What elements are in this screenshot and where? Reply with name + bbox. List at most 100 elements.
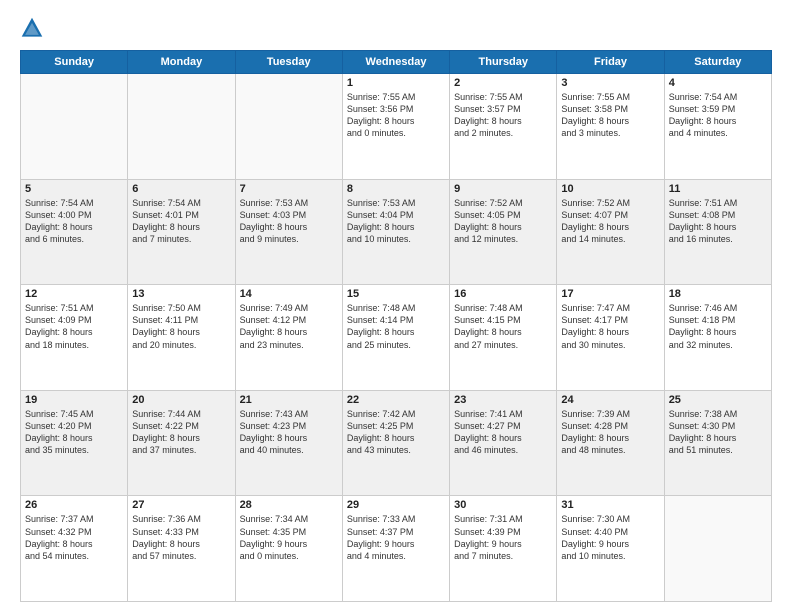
day-number: 9 [454,183,552,195]
calendar-week-row: 26 Sunrise: 7:37 AMSunset: 4:32 PMDayligh… [21,496,772,602]
day-number: 5 [25,183,123,195]
day-number: 13 [132,288,230,300]
calendar-cell [21,74,128,180]
weekday-header-wednesday: Wednesday [342,51,449,74]
calendar-cell: 28 Sunrise: 7:34 AMSunset: 4:35 PMDayligh… [235,496,342,602]
day-number: 27 [132,499,230,511]
calendar-cell: 30 Sunrise: 7:31 AMSunset: 4:39 PMDayligh… [450,496,557,602]
calendar-cell: 5 Sunrise: 7:54 AMSunset: 4:00 PMDaylight… [21,179,128,285]
cell-content: Sunrise: 7:51 AMSunset: 4:09 PMDaylight:… [25,302,123,351]
calendar-cell: 22 Sunrise: 7:42 AMSunset: 4:25 PMDayligh… [342,390,449,496]
logo [20,16,48,40]
calendar-cell: 15 Sunrise: 7:48 AMSunset: 4:14 PMDayligh… [342,285,449,391]
day-number: 31 [561,499,659,511]
day-number: 15 [347,288,445,300]
weekday-header-thursday: Thursday [450,51,557,74]
day-number: 24 [561,394,659,406]
day-number: 28 [240,499,338,511]
day-number: 22 [347,394,445,406]
cell-content: Sunrise: 7:43 AMSunset: 4:23 PMDaylight:… [240,408,338,457]
calendar-week-row: 12Sunrise: 7:51 AMSunset: 4:09 PMDayligh… [21,285,772,391]
weekday-header-saturday: Saturday [664,51,771,74]
day-number: 30 [454,499,552,511]
day-number: 1 [347,77,445,89]
cell-content: Sunrise: 7:39 AMSunset: 4:28 PMDaylight:… [561,408,659,457]
day-number: 10 [561,183,659,195]
cell-content: Sunrise: 7:37 AMSunset: 4:32 PMDaylight:… [25,513,123,562]
page: SundayMondayTuesdayWednesdayThursdayFrid… [0,0,792,612]
calendar-cell [664,496,771,602]
cell-content: Sunrise: 7:52 AMSunset: 4:05 PMDaylight:… [454,197,552,246]
calendar-cell: 9 Sunrise: 7:52 AMSunset: 4:05 PMDaylight… [450,179,557,285]
day-number: 25 [669,394,767,406]
day-number: 14 [240,288,338,300]
calendar-cell: 3 Sunrise: 7:55 AMSunset: 3:58 PMDaylight… [557,74,664,180]
calendar-cell: 25 Sunrise: 7:38 AMSunset: 4:30 PMDayligh… [664,390,771,496]
day-number: 29 [347,499,445,511]
day-number: 18 [669,288,767,300]
calendar-cell: 11 Sunrise: 7:51 AMSunset: 4:08 PMDayligh… [664,179,771,285]
cell-content: Sunrise: 7:54 AMSunset: 4:00 PMDaylight:… [25,197,123,246]
calendar-cell: 7 Sunrise: 7:53 AMSunset: 4:03 PMDaylight… [235,179,342,285]
cell-content: Sunrise: 7:54 AMSunset: 3:59 PMDaylight:… [669,91,767,140]
calendar-cell: 16 Sunrise: 7:48 AMSunset: 4:15 PMDayligh… [450,285,557,391]
cell-content: Sunrise: 7:50 AMSunset: 4:11 PMDaylight:… [132,302,230,351]
day-number: 11 [669,183,767,195]
calendar-cell: 8Sunrise: 7:53 AMSunset: 4:04 PMDaylight… [342,179,449,285]
calendar-cell: 20Sunrise: 7:44 AMSunset: 4:22 PMDayligh… [128,390,235,496]
header [20,16,772,40]
calendar-week-row: 19Sunrise: 7:45 AMSunset: 4:20 PMDayligh… [21,390,772,496]
calendar-cell [128,74,235,180]
cell-content: Sunrise: 7:55 AMSunset: 3:56 PMDaylight:… [347,91,445,140]
cell-content: Sunrise: 7:38 AMSunset: 4:30 PMDaylight:… [669,408,767,457]
cell-content: Sunrise: 7:53 AMSunset: 4:04 PMDaylight:… [347,197,445,246]
day-number: 6 [132,183,230,195]
cell-content: Sunrise: 7:31 AMSunset: 4:39 PMDaylight:… [454,513,552,562]
weekday-header-tuesday: Tuesday [235,51,342,74]
day-number: 3 [561,77,659,89]
cell-content: Sunrise: 7:48 AMSunset: 4:15 PMDaylight:… [454,302,552,351]
weekday-header-monday: Monday [128,51,235,74]
cell-content: Sunrise: 7:53 AMSunset: 4:03 PMDaylight:… [240,197,338,246]
day-number: 26 [25,499,123,511]
cell-content: Sunrise: 7:47 AMSunset: 4:17 PMDaylight:… [561,302,659,351]
day-number: 16 [454,288,552,300]
cell-content: Sunrise: 7:52 AMSunset: 4:07 PMDaylight:… [561,197,659,246]
day-number: 21 [240,394,338,406]
calendar-cell: 2Sunrise: 7:55 AMSunset: 3:57 PMDaylight… [450,74,557,180]
calendar-cell: 26 Sunrise: 7:37 AMSunset: 4:32 PMDayligh… [21,496,128,602]
cell-content: Sunrise: 7:54 AMSunset: 4:01 PMDaylight:… [132,197,230,246]
calendar-cell: 14Sunrise: 7:49 AMSunset: 4:12 PMDayligh… [235,285,342,391]
calendar-cell: 27Sunrise: 7:36 AMSunset: 4:33 PMDayligh… [128,496,235,602]
day-number: 23 [454,394,552,406]
calendar-cell: 29Sunrise: 7:33 AMSunset: 4:37 PMDayligh… [342,496,449,602]
cell-content: Sunrise: 7:44 AMSunset: 4:22 PMDaylight:… [132,408,230,457]
day-number: 7 [240,183,338,195]
calendar-cell: 21 Sunrise: 7:43 AMSunset: 4:23 PMDayligh… [235,390,342,496]
calendar-cell: 19Sunrise: 7:45 AMSunset: 4:20 PMDayligh… [21,390,128,496]
weekday-header-row: SundayMondayTuesdayWednesdayThursdayFrid… [21,51,772,74]
calendar-week-row: 5 Sunrise: 7:54 AMSunset: 4:00 PMDaylight… [21,179,772,285]
calendar-cell: 4Sunrise: 7:54 AMSunset: 3:59 PMDaylight… [664,74,771,180]
cell-content: Sunrise: 7:30 AMSunset: 4:40 PMDaylight:… [561,513,659,562]
calendar-cell: 12Sunrise: 7:51 AMSunset: 4:09 PMDayligh… [21,285,128,391]
calendar-cell: 10 Sunrise: 7:52 AMSunset: 4:07 PMDayligh… [557,179,664,285]
weekday-header-sunday: Sunday [21,51,128,74]
calendar-week-row: 1 Sunrise: 7:55 AMSunset: 3:56 PMDaylight… [21,74,772,180]
calendar-cell: 13 Sunrise: 7:50 AMSunset: 4:11 PMDayligh… [128,285,235,391]
cell-content: Sunrise: 7:45 AMSunset: 4:20 PMDaylight:… [25,408,123,457]
weekday-header-friday: Friday [557,51,664,74]
cell-content: Sunrise: 7:55 AMSunset: 3:58 PMDaylight:… [561,91,659,140]
calendar-cell: 24 Sunrise: 7:39 AMSunset: 4:28 PMDayligh… [557,390,664,496]
calendar-cell: 23Sunrise: 7:41 AMSunset: 4:27 PMDayligh… [450,390,557,496]
day-number: 17 [561,288,659,300]
cell-content: Sunrise: 7:48 AMSunset: 4:14 PMDaylight:… [347,302,445,351]
calendar-cell [235,74,342,180]
cell-content: Sunrise: 7:42 AMSunset: 4:25 PMDaylight:… [347,408,445,457]
cell-content: Sunrise: 7:51 AMSunset: 4:08 PMDaylight:… [669,197,767,246]
calendar-cell: 6 Sunrise: 7:54 AMSunset: 4:01 PMDaylight… [128,179,235,285]
cell-content: Sunrise: 7:55 AMSunset: 3:57 PMDaylight:… [454,91,552,140]
logo-icon [20,16,44,40]
calendar-table: SundayMondayTuesdayWednesdayThursdayFrid… [20,50,772,602]
cell-content: Sunrise: 7:34 AMSunset: 4:35 PMDaylight:… [240,513,338,562]
